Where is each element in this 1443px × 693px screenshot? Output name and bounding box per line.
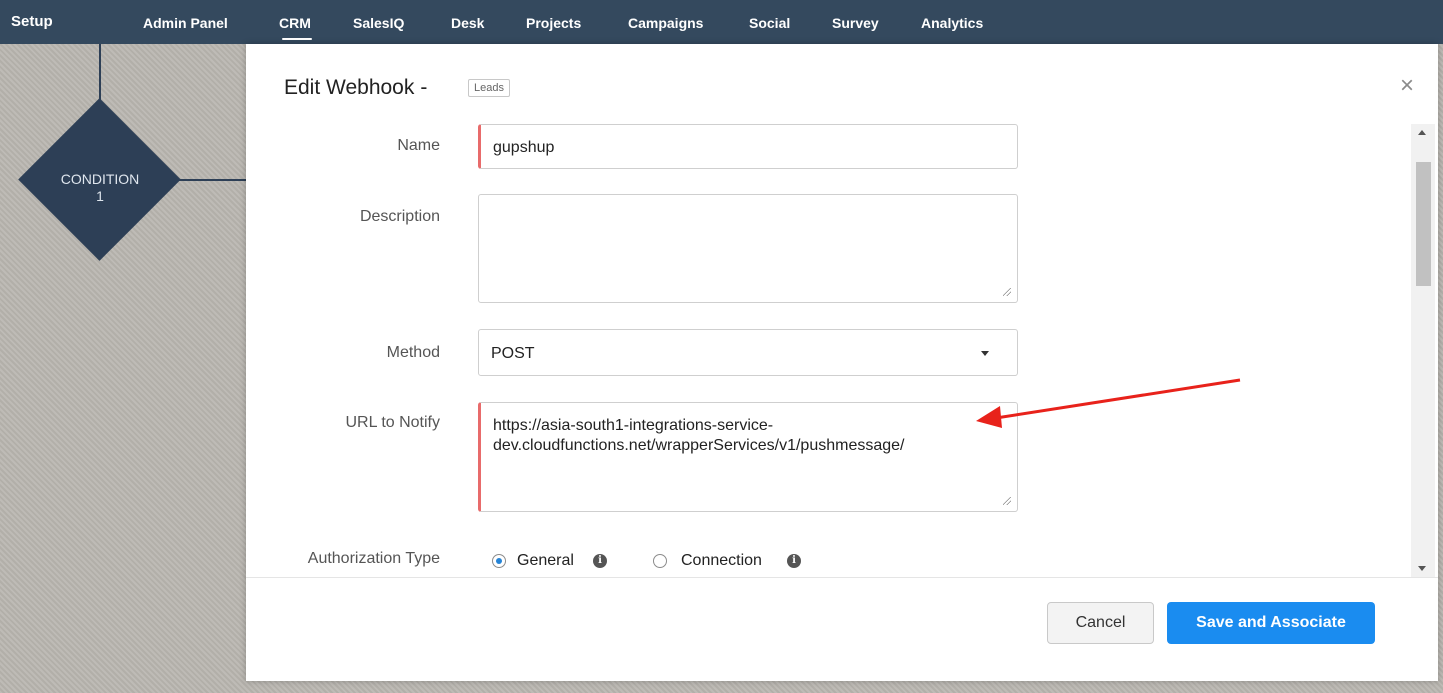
modal-scrollbar[interactable]: [1411, 124, 1435, 577]
flow-connector-horizontal: [170, 179, 246, 181]
auth-general-radio[interactable]: [492, 554, 506, 568]
url-value: https://asia-south1-integrations-service…: [493, 416, 904, 456]
chevron-down-icon: [981, 351, 989, 356]
method-select[interactable]: POST: [478, 329, 1018, 376]
title-dash: -: [420, 76, 428, 99]
url-value-line-2: dev.cloudfunctions.net/wrapperServices/v…: [493, 437, 905, 454]
nav-survey[interactable]: Survey: [832, 15, 879, 31]
nav-campaigns[interactable]: Campaigns: [628, 15, 703, 31]
setup-title: Setup: [11, 13, 53, 30]
name-label: Name: [397, 137, 440, 154]
resize-grip-icon[interactable]: [1003, 497, 1011, 505]
description-label: Description: [359, 208, 440, 225]
auth-general-label[interactable]: General: [517, 552, 574, 570]
modal-title: Edit Webhook -: [284, 76, 435, 100]
condition-node-label: CONDITION 1: [40, 171, 160, 205]
condition-label-text: CONDITION: [60, 171, 140, 187]
auth-connection-radio[interactable]: [653, 554, 667, 568]
top-navigation-bar: Setup Admin Panel CRM SalesIQ Desk Proje…: [0, 0, 1443, 44]
footer-divider: [246, 577, 1438, 578]
nav-projects[interactable]: Projects: [526, 15, 581, 31]
flow-connector-vertical: [99, 44, 101, 104]
condition-number: 1: [96, 188, 104, 204]
nav-social[interactable]: Social: [749, 15, 790, 31]
url-textarea[interactable]: https://asia-south1-integrations-service…: [478, 402, 1018, 512]
close-icon[interactable]: ×: [1400, 74, 1414, 98]
method-label: Method: [386, 344, 440, 361]
module-badge: Leads: [468, 79, 510, 97]
scroll-thumb[interactable]: [1416, 162, 1431, 286]
resize-grip-icon[interactable]: [1003, 288, 1011, 296]
cancel-button[interactable]: Cancel: [1047, 602, 1154, 644]
nav-analytics[interactable]: Analytics: [921, 15, 983, 31]
url-value-line-1: https://asia-south1-integrations-service…: [493, 417, 774, 434]
auth-connection-label[interactable]: Connection: [681, 552, 762, 570]
save-and-associate-button[interactable]: Save and Associate: [1167, 602, 1375, 644]
scroll-down-arrow-icon[interactable]: [1418, 566, 1426, 571]
nav-admin-panel[interactable]: Admin Panel: [143, 15, 228, 31]
description-textarea[interactable]: [478, 194, 1018, 303]
name-input-value: gupshup: [493, 139, 555, 156]
nav-salesiq[interactable]: SalesIQ: [353, 15, 404, 31]
name-input[interactable]: gupshup: [478, 124, 1018, 169]
url-label: URL to Notify: [345, 414, 440, 431]
modal-form-scroll-area[interactable]: Name gupshup Description Method POST URL…: [246, 124, 1411, 577]
nav-active-indicator: [282, 38, 312, 40]
method-select-value: POST: [491, 345, 535, 362]
info-icon[interactable]: i: [787, 554, 801, 568]
scroll-up-arrow-icon[interactable]: [1418, 130, 1426, 135]
nav-crm[interactable]: CRM: [279, 15, 311, 31]
authorization-type-label: Authorization Type: [307, 550, 440, 567]
edit-webhook-modal: Edit Webhook - Leads × Name gupshup Descr…: [246, 44, 1438, 681]
nav-desk[interactable]: Desk: [451, 15, 484, 31]
info-icon[interactable]: i: [593, 554, 607, 568]
modal-title-text: Edit Webhook: [284, 76, 415, 99]
